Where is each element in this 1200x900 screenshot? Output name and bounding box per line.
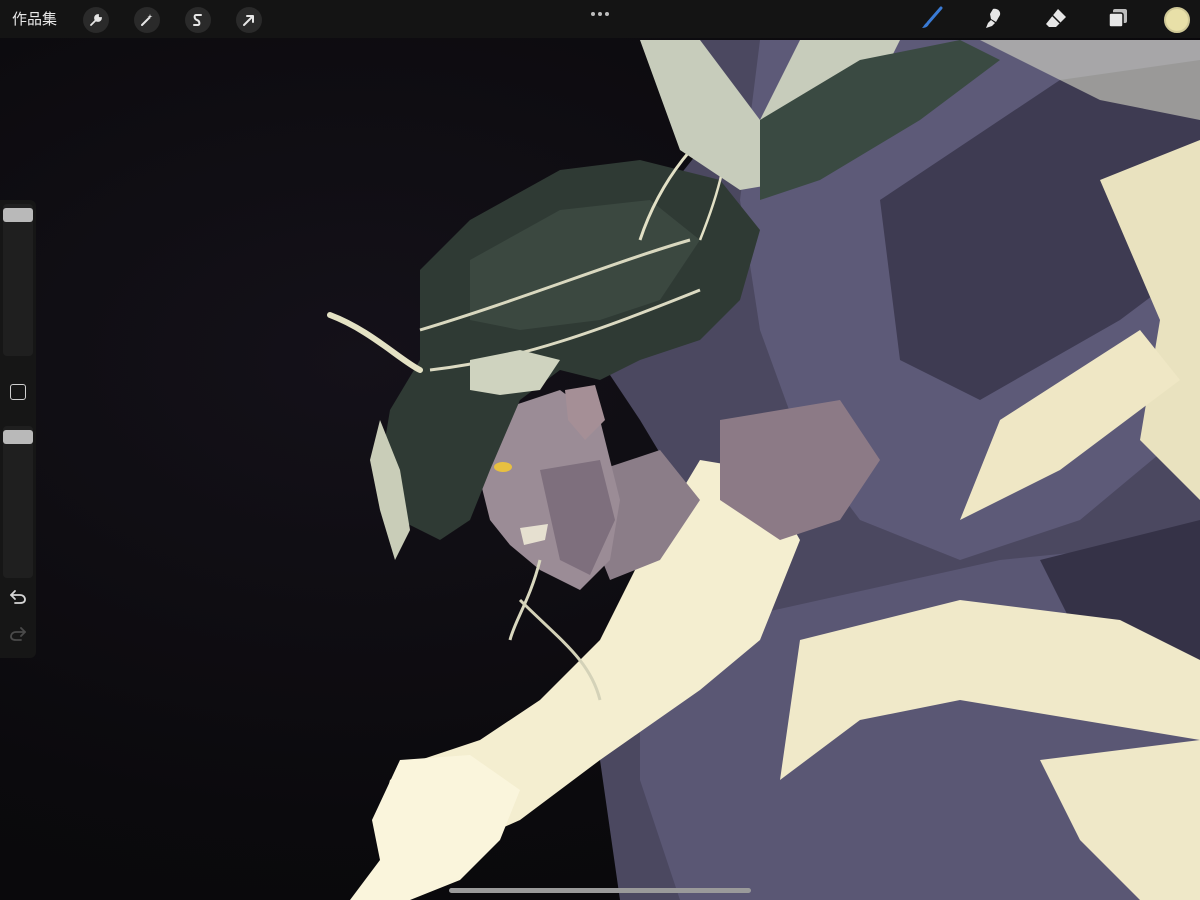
- magic-wand-icon: [139, 12, 155, 28]
- eraser-tool-button[interactable]: [1041, 5, 1071, 35]
- eraser-icon: [1043, 5, 1069, 35]
- left-sidebar: [0, 200, 36, 658]
- procreate-app: 作品集: [0, 0, 1200, 900]
- opacity-slider[interactable]: [3, 426, 33, 578]
- actions-button[interactable]: [83, 7, 109, 33]
- brush-tool-button[interactable]: [917, 5, 947, 35]
- hair-strand-1: [327, 312, 423, 373]
- opacity-thumb[interactable]: [3, 430, 33, 444]
- wrench-icon: [88, 12, 104, 28]
- redo-icon: [9, 626, 27, 646]
- ellipsis-icon: [590, 2, 610, 21]
- selection-s-icon: [190, 12, 206, 28]
- brush-size-slider[interactable]: [3, 204, 33, 356]
- color-picker-button[interactable]: [1164, 7, 1190, 33]
- artwork: [327, 40, 1200, 900]
- arrow-cursor-icon: [241, 12, 257, 28]
- hair-strand-trailing: [508, 559, 542, 641]
- selection-button[interactable]: [185, 7, 211, 33]
- smudge-tool-button[interactable]: [979, 5, 1009, 35]
- brush-icon: [919, 5, 945, 35]
- drawing-canvas[interactable]: [0, 0, 1200, 900]
- top-toolbar: 作品集: [0, 0, 1200, 38]
- eye: [494, 462, 512, 472]
- undo-button[interactable]: [8, 589, 28, 609]
- layers-icon: [1105, 5, 1131, 35]
- brush-size-thumb[interactable]: [3, 208, 33, 222]
- redo-button[interactable]: [8, 626, 28, 646]
- square-modify-icon[interactable]: [10, 384, 26, 400]
- glowing-hand: [350, 755, 520, 900]
- home-indicator[interactable]: [449, 888, 751, 893]
- more-options-button[interactable]: [585, 2, 615, 20]
- adjustments-button[interactable]: [134, 7, 160, 33]
- transform-button[interactable]: [236, 7, 262, 33]
- layers-button[interactable]: [1103, 5, 1133, 35]
- gallery-button[interactable]: 作品集: [12, 8, 57, 30]
- smudge-icon: [981, 5, 1007, 35]
- undo-icon: [9, 589, 27, 609]
